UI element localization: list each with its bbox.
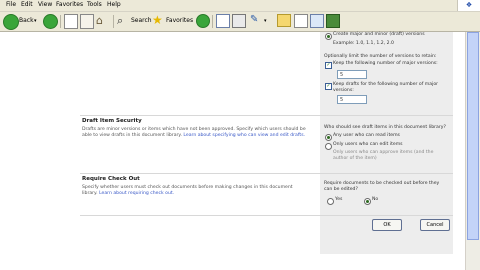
draft-security-learn-link[interactable]: Learn about specifying who can view and …: [183, 133, 305, 138]
keep-drafts-input[interactable]: 5: [337, 95, 367, 104]
history-icon[interactable]: [196, 14, 210, 28]
keep-major-checkbox[interactable]: ✓: [325, 62, 332, 69]
stop-icon[interactable]: [64, 14, 78, 29]
messenger-icon[interactable]: [310, 14, 324, 28]
checkout-yes-radio[interactable]: [327, 198, 334, 205]
checkout-yes-label: Yes: [335, 197, 343, 202]
menu-edit[interactable]: Edit: [21, 1, 33, 8]
keep-major-input[interactable]: 5: [337, 70, 367, 79]
menu-bar: File Edit View Favorites Tools Help ❖: [0, 0, 480, 12]
versions-major-minor-radio[interactable]: [325, 33, 332, 40]
menu-tools[interactable]: Tools: [87, 1, 102, 8]
windows-logo-icon: ❖: [457, 0, 480, 11]
menu-file[interactable]: File: [6, 1, 16, 8]
settings-page: Create major and minor (draft) versions …: [0, 32, 480, 270]
scrollbar-thumb[interactable]: [467, 32, 479, 240]
ok-button[interactable]: OK: [372, 219, 402, 231]
versions-example-text: Example: 1.0, 1.1, 1.2, 2.0: [333, 41, 394, 46]
search-icon[interactable]: ⌕: [117, 14, 130, 27]
drafts-edit-label: Only users who can edit items: [333, 142, 403, 147]
print-icon[interactable]: [232, 14, 246, 28]
checkout-no-radio[interactable]: [364, 198, 371, 205]
discuss-icon[interactable]: [294, 14, 308, 28]
favorites-label[interactable]: Favorites: [166, 17, 193, 24]
menu-view[interactable]: View: [38, 1, 52, 8]
versions-major-minor-label: Create major and minor (draft) versions: [333, 32, 425, 37]
checkout-question: Require documents to be checked out befo…: [324, 181, 440, 192]
mouse-cursor-icon: [268, 150, 276, 159]
toolbar-separator: [113, 15, 114, 28]
menu-help[interactable]: Help: [107, 1, 121, 8]
keep-major-label: Keep the following number of major versi…: [333, 61, 438, 66]
checkout-description: Specify whether users must check out doc…: [82, 185, 293, 196]
favorites-star-icon[interactable]: ★: [152, 14, 165, 27]
toolbar: Back ▾ ⌂ ⌕ Search ★ Favorites ✎ ▾: [0, 12, 480, 32]
drafts-read-label: Any user who can read items: [333, 133, 400, 138]
back-label[interactable]: Back: [19, 17, 34, 24]
checkout-no-label: No: [372, 197, 379, 202]
search-label[interactable]: Search: [131, 17, 152, 24]
edit-icon[interactable]: ✎: [250, 14, 262, 26]
toolbar-separator: [212, 15, 213, 28]
vertical-scrollbar[interactable]: [465, 32, 480, 270]
research-icon[interactable]: [326, 14, 340, 28]
section-divider: [80, 115, 453, 116]
chevron-down-icon[interactable]: ▾: [34, 18, 40, 33]
keep-drafts-checkbox[interactable]: ✓: [325, 83, 332, 90]
draft-security-title: Draft Item Security: [82, 118, 142, 124]
home-icon[interactable]: ⌂: [96, 14, 109, 27]
forward-arrow-icon[interactable]: [43, 14, 58, 29]
menu-favorites[interactable]: Favorites: [56, 1, 83, 8]
draft-security-question: Who should see draft items in this docum…: [324, 125, 446, 130]
keep-drafts-label: Keep drafts for the following number of …: [333, 82, 439, 93]
folder-icon[interactable]: [277, 14, 291, 27]
drafts-edit-radio[interactable]: [325, 143, 332, 150]
drafts-read-radio[interactable]: [325, 134, 332, 141]
draft-security-description: Drafts are minor versions or items which…: [82, 127, 306, 138]
cancel-button[interactable]: Cancel: [420, 219, 450, 231]
refresh-icon[interactable]: [80, 14, 94, 29]
versions-limit-text: Optionally limit the number of versions …: [324, 54, 437, 59]
back-arrow-icon[interactable]: [3, 14, 19, 30]
drafts-approve-label: Only users who can approve items (and th…: [333, 150, 434, 161]
toolbar-separator: [60, 15, 61, 28]
mail-icon[interactable]: [216, 14, 230, 28]
chevron-down-icon[interactable]: ▾: [264, 18, 270, 33]
section-divider: [80, 215, 453, 216]
section-divider: [80, 173, 453, 174]
checkout-title: Require Check Out: [82, 176, 140, 182]
checkout-learn-link[interactable]: Learn about requiring check out.: [99, 191, 174, 196]
